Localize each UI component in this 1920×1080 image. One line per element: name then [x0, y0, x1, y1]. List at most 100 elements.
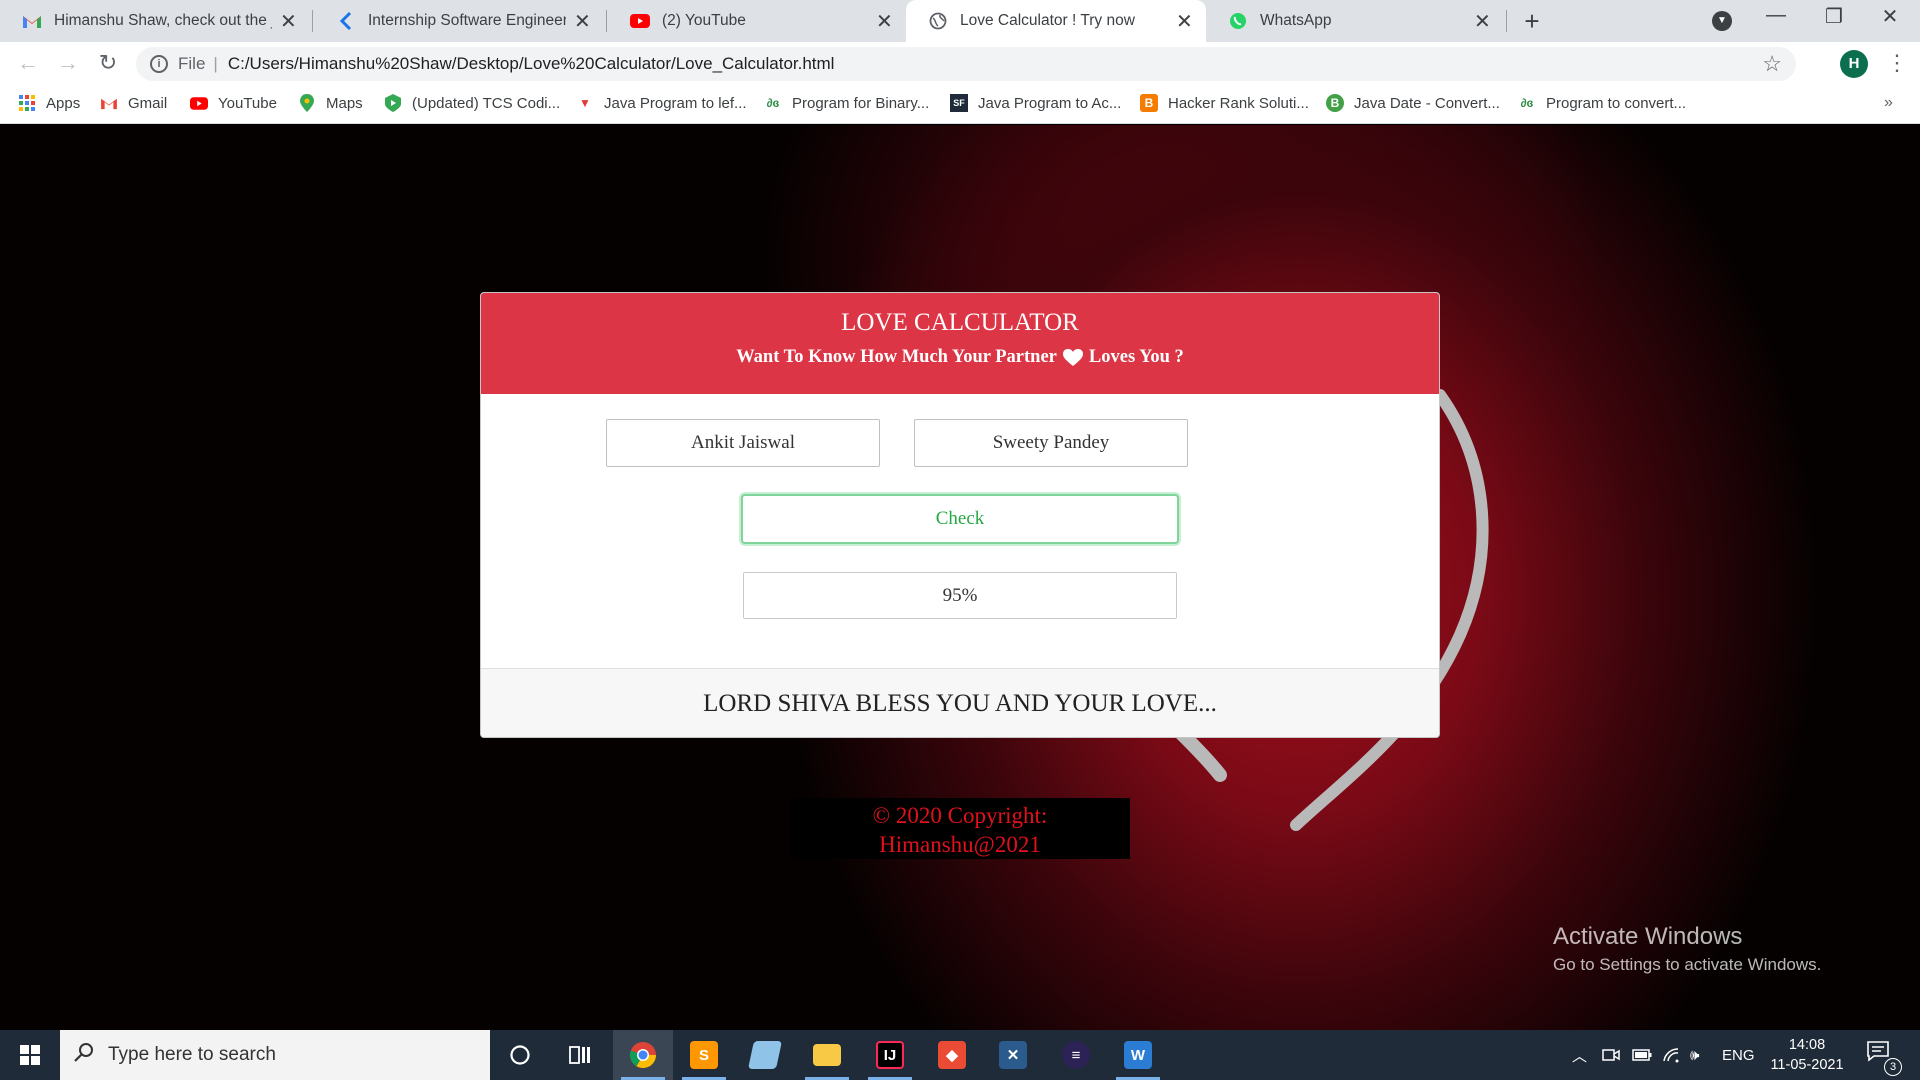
- bookmark-label: Java Date - Convert...: [1354, 94, 1500, 112]
- subtitle-text-before: Want To Know How Much Your Partner: [736, 347, 1057, 367]
- show-hidden-icons[interactable]: ︿: [1572, 1030, 1587, 1080]
- tab-whatsapp[interactable]: WhatsApp ✕: [1206, 0, 1504, 42]
- intellij-icon[interactable]: IJ: [860, 1030, 920, 1080]
- git-icon[interactable]: ◆: [922, 1030, 982, 1080]
- volume-icon[interactable]: 🕪: [1690, 1030, 1699, 1080]
- start-button[interactable]: [0, 1030, 60, 1080]
- scheme-label: File: [178, 54, 206, 73]
- chrome-icon[interactable]: [613, 1030, 673, 1080]
- copyright-line2: Himanshu@2021: [879, 832, 1041, 857]
- subtitle-text-after: Loves You ?: [1088, 347, 1184, 367]
- heart-icon: [1062, 348, 1083, 366]
- bookmark-maps[interactable]: Maps: [298, 94, 363, 112]
- profile-avatar[interactable]: H: [1840, 50, 1868, 78]
- bookmark-hackerrank[interactable]: B Hacker Rank Soluti...: [1140, 94, 1309, 112]
- more-bookmarks-icon[interactable]: »: [1884, 94, 1893, 112]
- red-v-icon: ▼: [579, 96, 591, 110]
- meet-now-icon[interactable]: [1602, 1030, 1620, 1080]
- check-button[interactable]: Check: [741, 494, 1179, 544]
- page-title: LOVE CALCULATOR: [841, 309, 1079, 336]
- search-placeholder: Type here to search: [108, 1044, 276, 1065]
- search-icon: [74, 1042, 94, 1068]
- info-icon[interactable]: i: [150, 55, 168, 73]
- gfg-icon: ∂ɞ: [1520, 96, 1534, 110]
- eclipse-icon[interactable]: ≡: [1046, 1030, 1106, 1080]
- name1-input[interactable]: [606, 419, 880, 467]
- tab-title: Himanshu Shaw, check out the jo: [54, 12, 272, 29]
- green-shield-icon: [384, 94, 402, 112]
- whatsapp-icon: [1228, 11, 1248, 31]
- name2-input[interactable]: [914, 419, 1188, 467]
- tab-title: Internship Software Engineering: [368, 12, 566, 29]
- activate-windows-watermark: Activate Windows Go to Settings to activ…: [1553, 923, 1821, 975]
- bookmark-label: YouTube: [218, 94, 277, 112]
- close-icon[interactable]: ✕: [280, 9, 297, 34]
- file-explorer-icon[interactable]: [797, 1030, 857, 1080]
- close-window-button[interactable]: ✕: [1870, 4, 1910, 29]
- bookmark-binary[interactable]: ∂ɞ Program for Binary...: [764, 94, 930, 112]
- clock-time: 14:08: [1788, 1037, 1826, 1053]
- minimize-button[interactable]: —: [1756, 4, 1796, 27]
- taskbar-search-box[interactable]: Type here to search: [60, 1030, 490, 1080]
- globe-icon: [928, 11, 948, 31]
- close-icon[interactable]: ✕: [876, 9, 893, 34]
- clock-date: 11-05-2021: [1770, 1057, 1844, 1073]
- tab-love-calculator[interactable]: Love Calculator ! Try now ✕: [906, 0, 1206, 42]
- wifi-icon[interactable]: [1662, 1030, 1680, 1080]
- tab-youtube[interactable]: (2) YouTube ✕: [608, 0, 906, 42]
- cortana-icon[interactable]: [490, 1030, 550, 1080]
- reload-button[interactable]: ↻: [94, 50, 122, 76]
- bookmark-label: Java Program to lef...: [604, 94, 747, 112]
- taskbar-clock[interactable]: 14:08 11-05-2021: [1762, 1035, 1852, 1075]
- love-calculator-card: LOVE CALCULATOR Want To Know How Much Yo…: [480, 292, 1440, 738]
- close-icon[interactable]: ✕: [1176, 9, 1193, 34]
- bookmark-label: Maps: [326, 94, 363, 112]
- kebab-menu-icon[interactable]: ⋮: [1886, 50, 1908, 76]
- bookmark-label: Java Program to Ac...: [978, 94, 1122, 112]
- bookmark-java-ac[interactable]: SF Java Program to Ac...: [950, 94, 1121, 112]
- copyright-box: © 2020 Copyright: Himanshu@2021: [790, 798, 1130, 859]
- bookmark-youtube[interactable]: YouTube: [190, 94, 277, 112]
- notification-count-badge: 3: [1884, 1058, 1902, 1076]
- bookmark-apps[interactable]: Apps: [18, 94, 80, 112]
- tab-search-button[interactable]: ▼: [1712, 11, 1732, 31]
- language-indicator[interactable]: ENG: [1722, 1030, 1755, 1080]
- card-header: LOVE CALCULATOR Want To Know How Much Yo…: [481, 293, 1439, 394]
- url-text: C:/Users/Himanshu%20Shaw/Desktop/Love%20…: [227, 54, 835, 73]
- tab-gmail[interactable]: Himanshu Shaw, check out the jo ✕: [0, 0, 310, 42]
- bookmark-label: Program to convert...: [1546, 94, 1687, 112]
- bookmark-java-date[interactable]: B Java Date - Convert...: [1326, 94, 1500, 112]
- bookmark-tcs[interactable]: (Updated) TCS Codi...: [384, 94, 560, 112]
- word-icon[interactable]: W: [1108, 1030, 1168, 1080]
- forward-button[interactable]: →: [54, 50, 82, 76]
- close-icon[interactable]: ✕: [1474, 9, 1491, 34]
- tab-title: WhatsApp: [1260, 12, 1332, 29]
- page-subtitle: Want To Know How Much Your Partner Loves…: [481, 347, 1439, 368]
- tab-internship[interactable]: Internship Software Engineering ✕: [314, 0, 604, 42]
- result-field: 95%: [743, 572, 1177, 619]
- sublime-icon[interactable]: S: [674, 1030, 734, 1080]
- bookmark-gmail[interactable]: Gmail: [100, 94, 167, 112]
- new-tab-button[interactable]: +: [1520, 6, 1544, 37]
- notepad-icon[interactable]: [735, 1030, 795, 1080]
- close-icon[interactable]: ✕: [574, 9, 591, 34]
- netbeans-icon[interactable]: ✕: [983, 1030, 1043, 1080]
- bookmark-star-icon[interactable]: ☆: [1762, 51, 1782, 77]
- apps-grid-icon: [18, 94, 36, 112]
- battery-icon[interactable]: [1632, 1030, 1652, 1080]
- back-button[interactable]: ←: [14, 50, 42, 76]
- page-viewport: LOVE CALCULATOR Want To Know How Much Yo…: [0, 125, 1920, 1030]
- bookmark-java-left[interactable]: ▼ Java Program to lef...: [576, 94, 747, 112]
- restore-button[interactable]: ❐: [1814, 4, 1854, 29]
- tab-title: (2) YouTube: [662, 12, 746, 29]
- youtube-icon: [190, 94, 208, 112]
- card-body: + Check 95%: [481, 394, 1439, 668]
- browser-toolbar: ← → ↻ i File | C:/Users/Himanshu%20Shaw/…: [0, 42, 1920, 86]
- watermark-title: Activate Windows: [1553, 923, 1743, 950]
- bookmark-program-convert[interactable]: ∂ɞ Program to convert...: [1518, 94, 1686, 112]
- address-bar[interactable]: i File | C:/Users/Himanshu%20Shaw/Deskto…: [136, 47, 1796, 81]
- watermark-subtitle: Go to Settings to activate Windows.: [1553, 955, 1822, 974]
- task-view-icon[interactable]: [550, 1030, 610, 1080]
- bookmark-label: Apps: [46, 94, 81, 112]
- gfg-icon: ∂ɞ: [766, 96, 780, 110]
